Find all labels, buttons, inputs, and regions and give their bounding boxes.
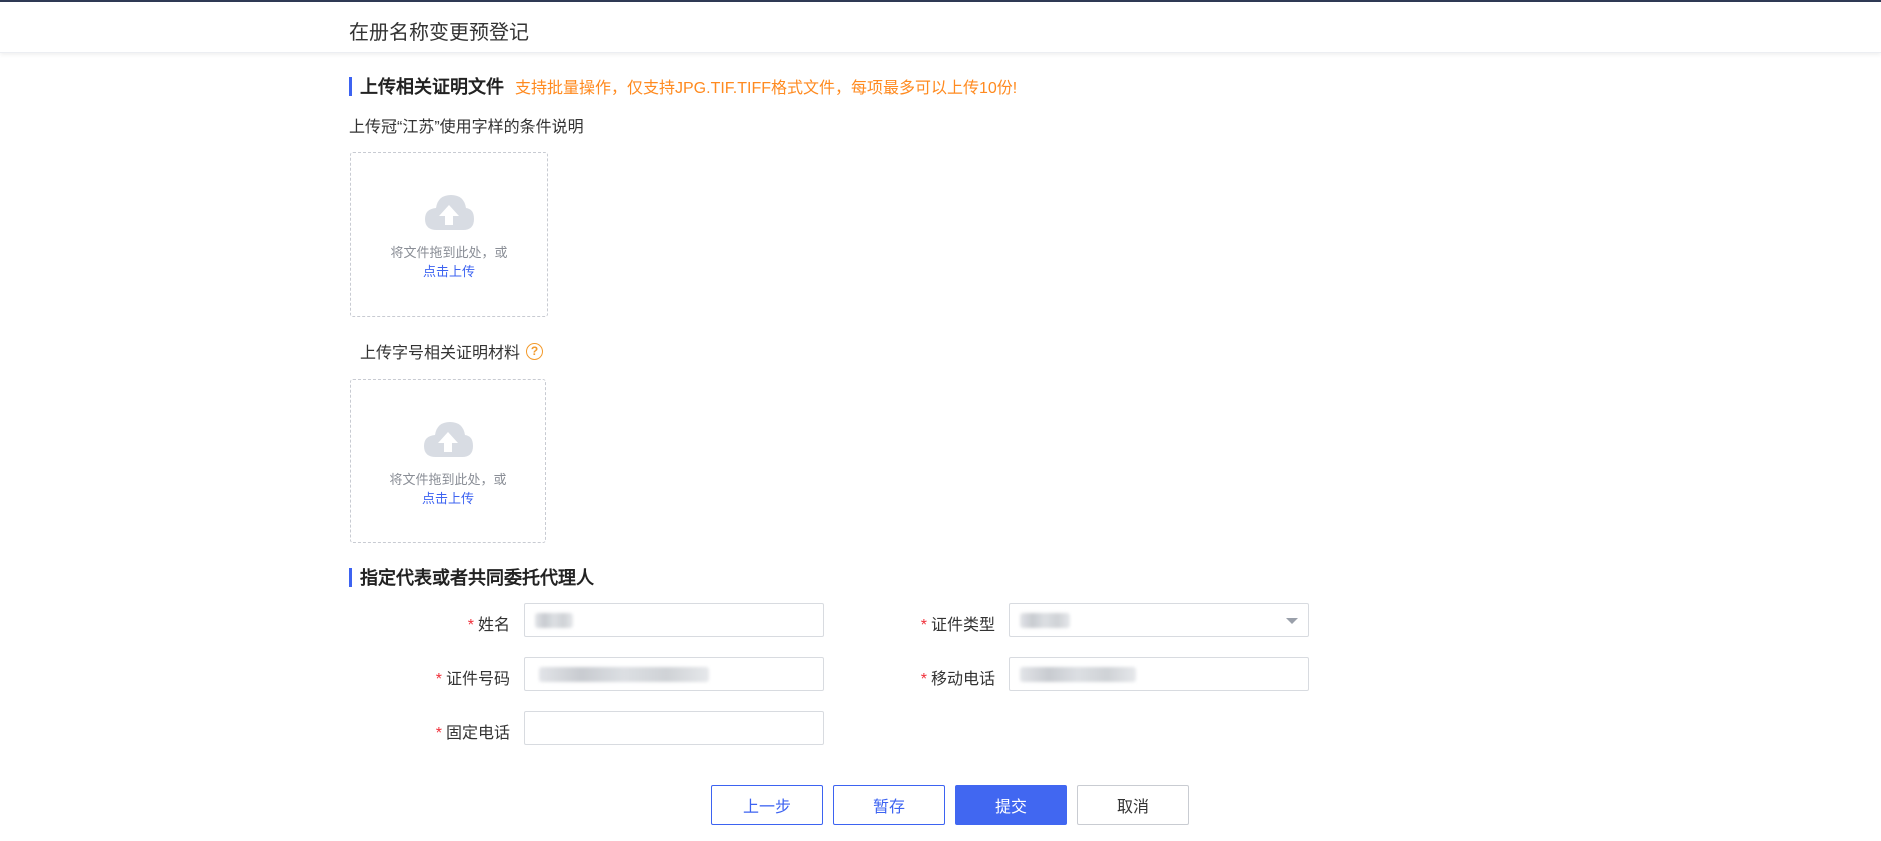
- upload-label-jiangsu-text: 上传冠“江苏”使用字样的条件说明: [349, 119, 584, 136]
- cloud-upload-icon: [424, 422, 473, 457]
- redacted-value: [539, 667, 709, 682]
- chevron-down-icon: [1286, 618, 1298, 624]
- prev-button[interactable]: 上一步: [711, 785, 823, 825]
- dropzone-jiangsu[interactable]: 将文件拖到此处，或 点击上传: [350, 152, 548, 317]
- redacted-value: [535, 613, 573, 628]
- section-accent-bar: [349, 567, 352, 587]
- agent-section-header: 指定代表或者共同委托代理人: [349, 564, 594, 590]
- cloud-upload-icon: [425, 195, 474, 230]
- agent-section-title: 指定代表或者共同委托代理人: [360, 568, 594, 588]
- upload-section-title: 上传相关证明文件: [360, 77, 504, 97]
- name-input[interactable]: [524, 603, 824, 637]
- redacted-value: [1020, 667, 1136, 682]
- cancel-button[interactable]: 取消: [1077, 785, 1189, 825]
- landline-label: * 固定电话: [435, 725, 510, 742]
- id-type-label: * 证件类型: [920, 617, 995, 634]
- upload-section-header: 上传相关证明文件 支持批量操作，仅支持JPG.TIF.TIFF格式文件，每项最多…: [349, 73, 1017, 99]
- upload-label-brand: 上传字号相关证明材料 ?: [360, 339, 544, 363]
- section-accent-bar: [349, 76, 352, 96]
- page-title: 在册名称变更预登记: [349, 22, 529, 44]
- name-label: * 姓名: [467, 617, 510, 634]
- submit-button[interactable]: 提交: [955, 785, 1067, 825]
- upload-label-jiangsu: 上传冠“江苏”使用字样的条件说明: [349, 113, 584, 137]
- question-circle-icon[interactable]: ?: [526, 342, 544, 360]
- mobile-input[interactable]: [1009, 657, 1309, 691]
- save-draft-button[interactable]: 暂存: [833, 785, 945, 825]
- landline-input[interactable]: [524, 711, 824, 745]
- id-number-label: * 证件号码: [435, 671, 510, 688]
- dropzone-brand[interactable]: 将文件拖到此处，或 点击上传: [350, 379, 546, 543]
- mobile-label: * 移动电话: [920, 671, 995, 688]
- id-type-select[interactable]: [1009, 603, 1309, 637]
- upload-link[interactable]: 点击上传: [351, 261, 547, 280]
- page-header: 在册名称变更预登记: [0, 2, 1881, 53]
- upload-section-note: 支持批量操作，仅支持JPG.TIF.TIFF格式文件，每项最多可以上传10份!: [515, 80, 1018, 97]
- upload-link[interactable]: 点击上传: [351, 488, 545, 507]
- redacted-value: [1020, 613, 1070, 628]
- upload-label-brand-text: 上传字号相关证明材料: [360, 345, 521, 362]
- dropzone-hint: 将文件拖到此处，或: [389, 472, 507, 487]
- dropzone-hint: 将文件拖到此处，或: [390, 245, 508, 260]
- id-number-input[interactable]: [524, 657, 824, 691]
